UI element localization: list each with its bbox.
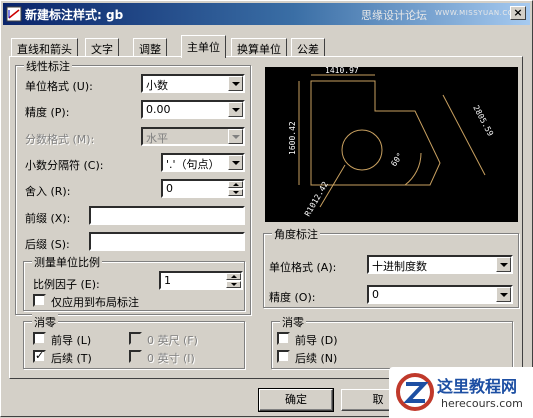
logo-icon — [396, 373, 434, 411]
spin-up-icon[interactable] — [228, 181, 243, 188]
fraction-format-label: 分数格式 (M): — [25, 133, 95, 146]
preview-outline — [310, 80, 441, 186]
zero-feet-label: 0 英尺 (F) — [147, 334, 198, 347]
watermark-text: 思缘设计论坛 — [361, 9, 427, 22]
preview-dim-top-text: 1410.97 — [325, 67, 359, 75]
watermark-url: WWW.MISSYUAN.COM — [435, 9, 521, 17]
zero-inches-label: 0 英寸 (I) — [147, 352, 195, 365]
preview-angle-text: 60° — [389, 151, 405, 168]
decimal-separator-select[interactable]: '.'（句点） — [161, 153, 245, 172]
angular-trailing-label: 后续 (N) — [295, 352, 338, 365]
zero-suppression-linear-title: 消零 — [32, 314, 58, 330]
spin-down-icon[interactable] — [226, 281, 241, 288]
logo-text: 这里教程网 — [437, 377, 518, 396]
tab-alternate-units[interactable]: 换算单位 — [231, 38, 287, 57]
chevron-down-icon[interactable] — [228, 155, 243, 170]
spin-up-icon[interactable] — [226, 273, 241, 280]
round-off-spinner[interactable]: 0 — [161, 179, 245, 198]
chevron-down-icon[interactable] — [228, 102, 243, 117]
window-title: 新建标注样式: gb — [25, 8, 124, 22]
precision-label: 精度 (P): — [25, 106, 70, 119]
preview-dim-right-text: 2805.59 — [471, 104, 495, 138]
scale-factor-label: 比例因子 (E): — [33, 278, 100, 291]
ok-button[interactable]: 确定 — [258, 388, 334, 412]
dimension-preview: 1410.97 1600.42 2805.59 60° R1012.42 — [265, 66, 518, 222]
angular-unit-format-select[interactable]: 十进制度数 — [367, 255, 513, 274]
close-button[interactable]: × — [510, 6, 526, 20]
trailing-zero-checkbox[interactable] — [33, 349, 46, 363]
trailing-zero-label: 后续 (T) — [51, 352, 92, 365]
zero-suppression-angular-title: 消零 — [280, 314, 306, 330]
angular-leading-label: 前导 (D) — [295, 334, 338, 347]
preview-circle — [341, 129, 383, 171]
preview-dim-left-text: 1600.42 — [288, 121, 297, 155]
suffix-input[interactable] — [89, 232, 245, 251]
angular-precision-select[interactable]: 0 — [367, 285, 513, 304]
tab-text[interactable]: 文字 — [85, 38, 119, 57]
zero-feet-checkbox[interactable] — [129, 332, 142, 345]
spin-buttons[interactable] — [228, 181, 243, 196]
angular-dimensions-title: 角度标注 — [272, 226, 320, 242]
tab-fit[interactable]: 调整 — [133, 38, 167, 57]
round-off-label: 舍入 (R): — [25, 185, 71, 198]
chevron-down-icon[interactable] — [228, 76, 243, 91]
scale-factor-spinner[interactable]: 1 — [159, 271, 243, 290]
angular-precision-label: 精度 (O): — [269, 291, 316, 304]
layout-only-checkbox[interactable] — [33, 294, 46, 307]
precision-select[interactable]: 0.00 — [141, 100, 245, 119]
tab-tolerances[interactable]: 公差 — [291, 38, 325, 57]
chevron-down-icon[interactable] — [496, 287, 511, 302]
prefix-label: 前缀 (X): — [25, 212, 71, 225]
chevron-down-icon[interactable] — [496, 257, 511, 272]
tab-primary-units[interactable]: 主单位 — [181, 35, 226, 58]
unit-format-label: 单位格式 (U): — [25, 80, 93, 93]
tab-lines-arrows[interactable]: 直线和箭头 — [11, 38, 78, 57]
leading-zero-label: 前导 (L) — [51, 334, 92, 347]
layout-only-label: 仅应用到布局标注 — [51, 296, 139, 309]
fraction-format-select[interactable]: 水平 — [141, 127, 245, 146]
dialog-window: 新建标注样式: gb 思缘设计论坛 WWW.MISSYUAN.COM × 直线和… — [0, 0, 533, 418]
angular-unit-format-label: 单位格式 (A): — [269, 261, 337, 274]
dimension-style-icon — [6, 6, 22, 22]
zero-inches-checkbox[interactable] — [129, 350, 142, 363]
angular-trailing-checkbox[interactable] — [277, 350, 290, 363]
linear-dimensions-title: 线性标注 — [24, 58, 72, 74]
unit-format-select[interactable]: 小数 — [141, 74, 245, 93]
title-bar[interactable]: 新建标注样式: gb 思缘设计论坛 WWW.MISSYUAN.COM × — [3, 3, 530, 25]
spin-buttons[interactable] — [226, 273, 241, 288]
decimal-separator-label: 小数分隔符 (C): — [25, 159, 104, 172]
chevron-down-icon[interactable] — [228, 129, 243, 144]
preview-drawing: 1410.97 1600.42 2805.59 60° R1012.42 — [288, 66, 495, 218]
suffix-label: 后缀 (S): — [25, 238, 70, 251]
site-logo: 这里教程网 herecours.com — [389, 367, 533, 418]
angular-leading-checkbox[interactable] — [277, 332, 290, 345]
measurement-scale-title: 测量单位比例 — [32, 254, 102, 270]
prefix-input[interactable] — [89, 206, 245, 225]
preview-radius-text: R1012.42 — [303, 180, 330, 218]
spin-down-icon[interactable] — [228, 189, 243, 196]
logo-url: herecours.com — [441, 397, 523, 410]
preview-angle-arc — [404, 152, 422, 186]
leading-zero-checkbox[interactable] — [33, 332, 46, 345]
